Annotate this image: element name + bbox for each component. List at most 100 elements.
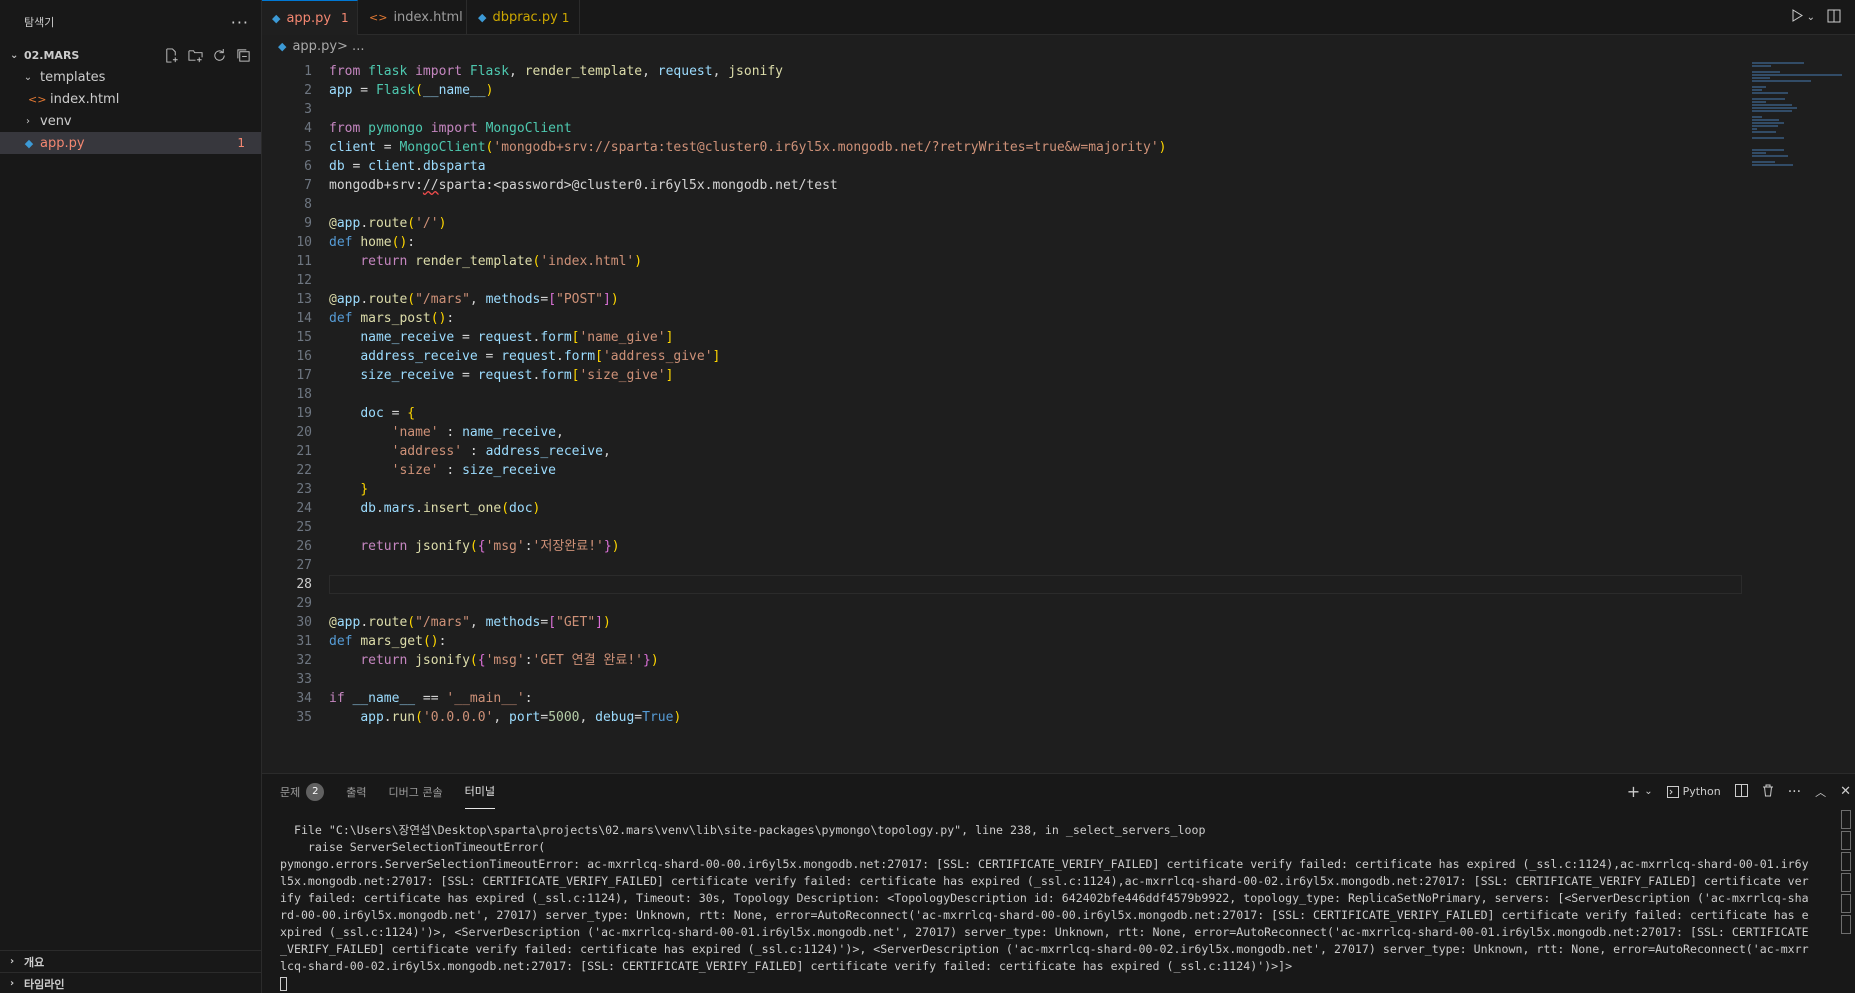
code-line[interactable]: 7 mongodb+srv://sparta:<password>@cluster…: [262, 176, 1742, 195]
line-number: 24: [296, 501, 312, 516]
code-line[interactable]: 23 }: [262, 480, 1742, 499]
code-line[interactable]: 30 @app.route("/mars", methods=["GET"]): [262, 613, 1742, 632]
breadcrumb: ◆ app.py > ...: [262, 35, 364, 57]
code-line[interactable]: 2 app = Flask(__name__): [262, 81, 1742, 100]
terminal-instance-icon[interactable]: [1841, 810, 1851, 829]
terminal-output[interactable]: File "C:\Users\장연섭\Desktop\sparta\projec…: [280, 822, 1810, 992]
code-line[interactable]: 17 size_receive = request.form['size_giv…: [262, 366, 1742, 385]
tab-output[interactable]: 출력: [346, 774, 366, 809]
code-line[interactable]: 3: [262, 100, 1742, 119]
minimap-line: [1752, 86, 1766, 88]
breadcrumb-rest[interactable]: > ...: [337, 39, 364, 54]
explorer-title: 탐색기: [24, 16, 55, 29]
code-line[interactable]: 6 db = client.dbsparta: [262, 157, 1742, 176]
tree-item-label: index.html: [50, 91, 120, 107]
timeline-section[interactable]: › 타임라인: [0, 972, 262, 993]
line-number: 10: [296, 235, 312, 250]
workspace-root[interactable]: ⌄ 02.MARS: [0, 44, 261, 66]
code-text: db = client.dbsparta: [329, 159, 486, 174]
tree-file-app-py[interactable]: ◆ app.py 1: [0, 132, 261, 154]
minimap[interactable]: [1752, 62, 1842, 166]
run-controls: ⌄: [1791, 0, 1841, 35]
minimap-line: [1752, 80, 1811, 82]
new-file-icon[interactable]: [163, 47, 179, 63]
trash-icon[interactable]: [1762, 784, 1774, 800]
code-line[interactable]: 18: [262, 385, 1742, 404]
tab-debug-console[interactable]: 디버그 콘솔: [389, 774, 443, 809]
split-terminal-icon[interactable]: [1734, 783, 1748, 800]
close-icon[interactable]: ✕: [1840, 784, 1851, 799]
code-line[interactable]: 11 return render_template('index.html'): [262, 252, 1742, 271]
html-file-icon: <>: [28, 92, 47, 106]
breadcrumb-file[interactable]: app.py: [292, 39, 337, 54]
editor-tab-bar: ◆ app.py 1 <> index.html ◆ dbprac.py 1 ⌄: [262, 0, 1855, 35]
code-line[interactable]: 16 address_receive = request.form['addre…: [262, 347, 1742, 366]
code-line[interactable]: 27: [262, 556, 1742, 575]
code-line[interactable]: 12: [262, 271, 1742, 290]
chevron-up-icon[interactable]: ︿: [1815, 784, 1826, 800]
chevron-right-icon: ›: [26, 115, 30, 127]
more-actions-icon[interactable]: ···: [1788, 784, 1801, 800]
run-icon[interactable]: [1791, 9, 1803, 26]
tree-folder-templates[interactable]: ⌄ templates: [0, 66, 261, 88]
collapse-all-icon[interactable]: [235, 47, 251, 63]
chevron-down-icon[interactable]: ⌄: [1644, 786, 1652, 797]
chevron-down-icon[interactable]: ⌄: [1807, 12, 1815, 23]
code-line[interactable]: 31 def mars_get():: [262, 632, 1742, 651]
code-text: return render_template('index.html'): [360, 254, 643, 269]
code-line[interactable]: 10 def home():: [262, 233, 1742, 252]
code-line[interactable]: 9 @app.route('/'): [262, 214, 1742, 233]
minimap-line: [1752, 137, 1784, 139]
code-editor[interactable]: 1 from flask import Flask, render_templat…: [262, 62, 1742, 727]
tab-terminal[interactable]: 터미널: [464, 774, 495, 809]
chevron-down-icon: ⌄: [23, 71, 33, 83]
code-line[interactable]: 33: [262, 670, 1742, 689]
terminal-instance-icon[interactable]: [1841, 915, 1851, 934]
terminal-shell[interactable]: Python: [1666, 785, 1721, 798]
tab-app-py[interactable]: ◆ app.py 1: [262, 0, 358, 35]
new-terminal-icon[interactable]: +: [1627, 782, 1640, 801]
code-line[interactable]: 28: [262, 575, 1742, 594]
code-line[interactable]: 4 from pymongo import MongoClient: [262, 119, 1742, 138]
timeline-label: 타임라인: [24, 977, 65, 991]
code-line[interactable]: 20 'name' : name_receive,: [262, 423, 1742, 442]
minimap-line: [1752, 92, 1788, 94]
code-line[interactable]: 5 client = MongoClient('mongodb+srv://spa…: [262, 138, 1742, 157]
terminal-instance-icon[interactable]: [1841, 894, 1851, 913]
refresh-icon[interactable]: [211, 47, 227, 63]
code-line[interactable]: 14 def mars_post():: [262, 309, 1742, 328]
code-text: address_receive = request.form['address_…: [360, 349, 721, 364]
terminal-instance-icon[interactable]: [1841, 831, 1851, 850]
code-line[interactable]: 21 'address' : address_receive,: [262, 442, 1742, 461]
code-text: mongodb+srv://sparta:<password>@cluster0…: [329, 178, 838, 193]
code-line[interactable]: 34 if __name__ == '__main__':: [262, 689, 1742, 708]
tab-index-html[interactable]: <> index.html: [359, 0, 467, 35]
code-text: 'name' : name_receive,: [391, 425, 564, 440]
code-line[interactable]: 25: [262, 518, 1742, 537]
more-actions-icon[interactable]: ···: [231, 13, 249, 32]
tab-problems-label: 문제: [280, 785, 301, 799]
tab-dbprac-py[interactable]: ◆ dbprac.py 1: [468, 0, 580, 35]
code-line[interactable]: 29: [262, 594, 1742, 613]
new-folder-icon[interactable]: [187, 47, 203, 63]
terminal-instance-icon[interactable]: [1841, 852, 1851, 871]
code-line[interactable]: 35 app.run('0.0.0.0', port=5000, debug=T…: [262, 708, 1742, 727]
code-line[interactable]: 22 'size' : size_receive: [262, 461, 1742, 480]
tree-folder-venv[interactable]: › venv: [0, 110, 261, 132]
code-line[interactable]: 26 return jsonify({'msg':'저장완료!'}): [262, 537, 1742, 556]
split-editor-icon[interactable]: [1827, 9, 1841, 27]
terminal-instance-icon[interactable]: [1841, 873, 1851, 892]
outline-section[interactable]: › 개요: [0, 950, 262, 972]
tree-file-index-html[interactable]: <> index.html: [0, 88, 261, 110]
code-line[interactable]: 1 from flask import Flask, render_templat…: [262, 62, 1742, 81]
code-line[interactable]: 24 db.mars.insert_one(doc): [262, 499, 1742, 518]
code-line[interactable]: 15 name_receive = request.form['name_giv…: [262, 328, 1742, 347]
code-line[interactable]: 13 @app.route("/mars", methods=["POST"]): [262, 290, 1742, 309]
code-line[interactable]: 32 return jsonify({'msg':'GET 연결 완료!'}): [262, 651, 1742, 670]
code-line[interactable]: 19 doc = {: [262, 404, 1742, 423]
python-file-icon: ◆: [272, 11, 281, 25]
line-number: 30: [296, 615, 312, 630]
code-line[interactable]: 8: [262, 195, 1742, 214]
tab-problems[interactable]: 문제 2: [280, 774, 325, 809]
line-number: 23: [296, 482, 312, 497]
